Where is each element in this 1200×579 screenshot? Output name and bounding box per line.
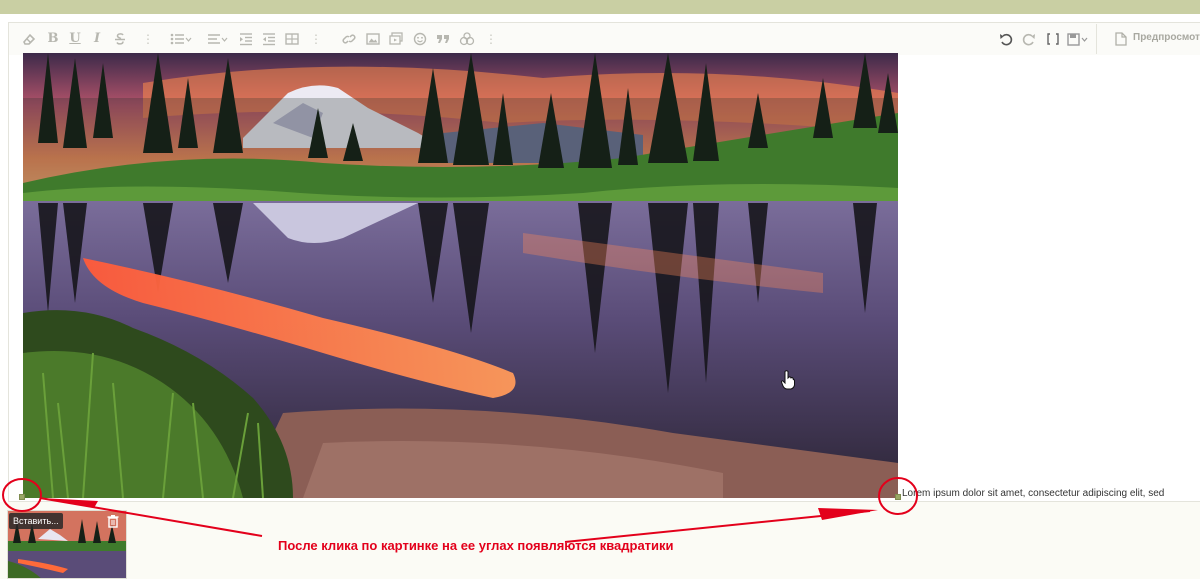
outdent-icon[interactable] bbox=[262, 31, 276, 47]
preview-label: Предпросмотр bbox=[1133, 32, 1200, 43]
eraser-icon[interactable] bbox=[22, 31, 36, 47]
list-icon[interactable] bbox=[170, 31, 192, 47]
strikethrough-icon[interactable] bbox=[113, 31, 127, 47]
link-icon[interactable] bbox=[342, 31, 356, 47]
indent-icon[interactable] bbox=[239, 31, 253, 47]
bbcode-icon[interactable] bbox=[1046, 31, 1060, 47]
redo-icon[interactable] bbox=[1022, 31, 1036, 47]
spoiler-icon[interactable] bbox=[459, 31, 475, 47]
insert-attachment-button[interactable]: Вставить... bbox=[9, 513, 63, 529]
emoji-icon[interactable] bbox=[413, 31, 427, 47]
italic-icon[interactable]: I bbox=[92, 31, 102, 47]
image-icon[interactable] bbox=[366, 31, 380, 47]
selected-image[interactable] bbox=[23, 53, 898, 498]
bold-icon[interactable]: B bbox=[47, 31, 59, 47]
save-draft-icon[interactable] bbox=[1067, 31, 1089, 47]
delete-attachment-button[interactable] bbox=[106, 514, 120, 528]
hand-cursor-icon bbox=[781, 370, 795, 390]
align-icon[interactable] bbox=[207, 31, 229, 47]
resize-handle-bottom-right[interactable] bbox=[895, 494, 901, 500]
toolbar-separator: ⋮ bbox=[310, 32, 322, 46]
quote-icon[interactable] bbox=[436, 31, 450, 47]
toolbar-separator: ⋮ bbox=[142, 32, 154, 46]
underline-icon[interactable]: U bbox=[69, 31, 81, 47]
preview-button[interactable]: Предпросмотр bbox=[1096, 24, 1200, 54]
forum-header-bar bbox=[0, 0, 1200, 14]
trash-icon bbox=[107, 515, 119, 528]
undo-icon[interactable] bbox=[999, 31, 1013, 47]
resize-handle-bottom-left[interactable] bbox=[19, 494, 25, 500]
media-icon[interactable] bbox=[389, 31, 403, 47]
document-icon bbox=[1115, 32, 1127, 46]
annotation-caption: После клика по картинке на ее углах появ… bbox=[278, 538, 674, 553]
table-icon[interactable] bbox=[285, 31, 299, 47]
toolbar-separator: ⋮ bbox=[485, 32, 497, 46]
editor-body-text: Lorem ipsum dolor sit amet, consectetur … bbox=[902, 488, 1165, 499]
editor-toolbar: B U I ⋮ ⋮ ⋮ Предпросмотр bbox=[9, 23, 1200, 55]
